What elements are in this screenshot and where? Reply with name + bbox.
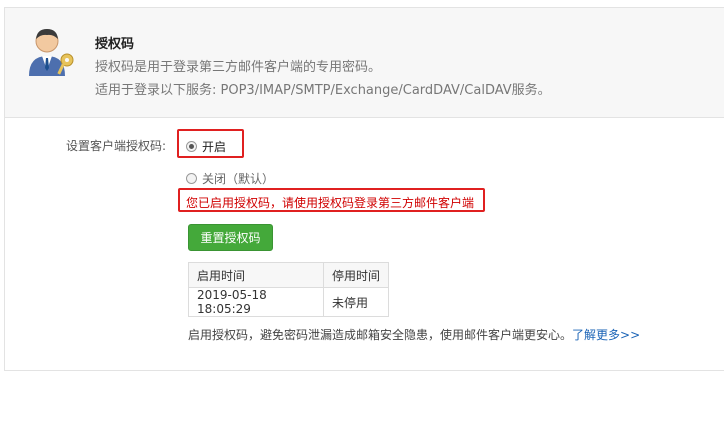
footer-text: 启用授权码，避免密码泄漏造成邮箱安全隐患，使用邮件客户端更安心。 <box>188 328 573 342</box>
description-line-1: 授权码是用于登录第三方邮件客户端的专用密码。 <box>95 60 382 75</box>
panel-header: 授权码 授权码是用于登录第三方邮件客户端的专用密码。 适用于登录以下服务: PO… <box>5 8 724 118</box>
table-header-row: 启用时间 停用时间 <box>188 262 389 288</box>
reset-auth-code-button[interactable]: 重置授权码 <box>188 224 273 251</box>
disabled-time-cell: 未停用 <box>323 287 389 317</box>
description-line-2: 适用于登录以下服务: POP3/IMAP/SMTP/Exchange/CardD… <box>95 83 551 98</box>
page-title: 授权码 <box>95 37 135 52</box>
enabled-message: 您已启用授权码，请使用授权码登录第三方邮件客户端 <box>186 196 475 210</box>
radio-unchecked-icon[interactable] <box>186 173 197 184</box>
user-key-icon <box>29 29 74 76</box>
radio-option-off-label[interactable]: 关闭（默认） <box>202 170 274 187</box>
table-row: 2019-05-18 18:05:29 未停用 <box>188 287 389 317</box>
radio-option-off[interactable]: 关闭（默认） <box>186 170 274 187</box>
column-header-disabled-time: 停用时间 <box>323 262 389 288</box>
auth-code-log-table: 启用时间 停用时间 2019-05-18 18:05:29 未停用 <box>188 262 389 317</box>
footer-note: 启用授权码，避免密码泄漏造成邮箱安全隐患，使用邮件客户端更安心。了解更多>> <box>188 326 640 343</box>
column-header-enabled-time: 启用时间 <box>188 262 324 288</box>
learn-more-link[interactable]: 了解更多>> <box>572 328 640 342</box>
enabled-time-cell: 2019-05-18 18:05:29 <box>188 287 324 317</box>
highlight-box-radio <box>177 129 244 158</box>
setting-label: 设置客户端授权码: <box>66 139 167 153</box>
